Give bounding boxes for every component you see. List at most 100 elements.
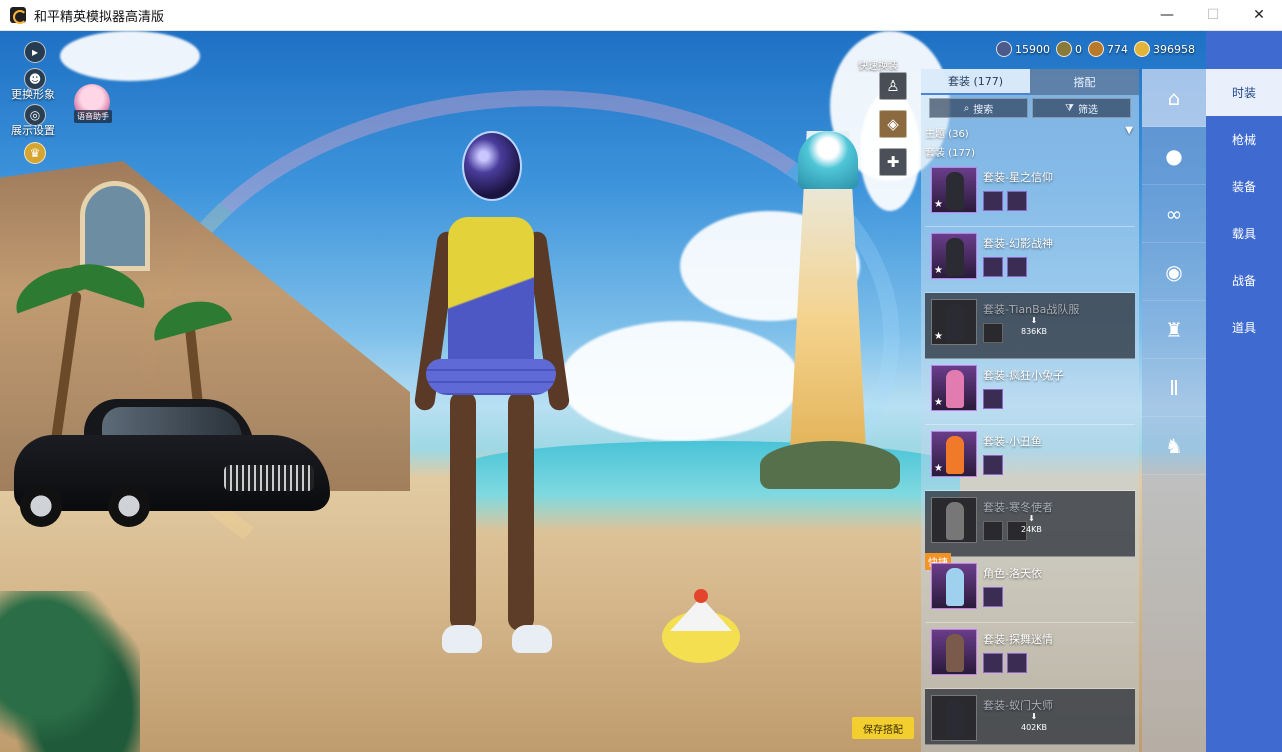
item-figure	[946, 436, 964, 474]
star-icon: ★	[934, 265, 943, 276]
chick-pompom	[694, 589, 708, 603]
item-figure	[946, 700, 964, 738]
currency-bar: 15900 0 774 396958	[996, 37, 1195, 61]
mask-icon[interactable]: ◉	[1142, 243, 1206, 301]
car	[14, 399, 330, 529]
character-leg	[450, 391, 476, 631]
add-icon[interactable]: ✚	[879, 148, 907, 176]
right-menu: 时装 枪械 装备 载具 战备 道具	[1206, 31, 1282, 752]
lighthouse-lamp	[798, 131, 858, 189]
list-item[interactable]: 套装-寒冬使者 ⬇ 24KB	[925, 491, 1135, 557]
gold-icon	[1134, 41, 1150, 57]
star-icon: ★	[934, 397, 943, 408]
pants-icon[interactable]: Ⅱ	[1142, 359, 1206, 417]
list-item[interactable]: ★ 套装-疯狂小兔子	[925, 359, 1135, 425]
dropdown-icon: ▼	[1125, 125, 1133, 136]
item-figure	[946, 304, 964, 342]
star-icon: ★	[934, 199, 943, 210]
part-thumbnail	[983, 521, 1003, 541]
figure-icon[interactable]: ♙	[879, 72, 907, 100]
outfit-panel: 套装 (177) 搭配 ⌕ 搜索 ⧩ 筛选 主题 (36) ▼ 套装 (177)…	[921, 69, 1139, 752]
download-icon: ⬇	[1030, 316, 1038, 325]
menu-preparation[interactable]: 战备	[1206, 257, 1282, 304]
maximize-button[interactable]: ☐	[1190, 0, 1236, 31]
quick-change-label[interactable]: 快速换装	[858, 57, 898, 72]
menu-fashion[interactable]: 时装	[1206, 69, 1282, 116]
close-window-button[interactable]: ✕	[1236, 0, 1282, 31]
play-icon[interactable]: ▸	[24, 41, 46, 63]
search-icon: ⌕	[963, 102, 970, 114]
theme-filter[interactable]: 主题 (36) ▼	[921, 123, 1139, 142]
part-thumbnail	[983, 323, 1003, 343]
item-parts	[983, 455, 1003, 475]
window-controls: — ☐ ✕	[1144, 0, 1282, 31]
character-leg	[508, 391, 534, 631]
display-settings-label[interactable]: 展示设置	[11, 122, 55, 138]
part-thumbnail	[1007, 191, 1027, 211]
chick-pet	[662, 589, 740, 663]
item-thumbnail	[931, 695, 977, 741]
item-parts	[983, 191, 1027, 211]
emblem-icon[interactable]: ♛	[24, 142, 46, 164]
item-figure	[946, 634, 964, 672]
item-thumbnail: ★	[931, 365, 977, 411]
part-thumbnail	[983, 257, 1003, 277]
filter-button[interactable]: ⧩ 筛选	[1032, 98, 1131, 118]
hanger-icon[interactable]: ⌂	[1142, 69, 1206, 127]
save-outfit-button[interactable]: 保存搭配	[852, 717, 914, 739]
currency-value: 15900	[1015, 42, 1050, 56]
search-button[interactable]: ⌕ 搜索	[929, 98, 1028, 118]
item-name: 套装-疯狂小兔子	[983, 369, 1064, 382]
item-thumbnail	[931, 497, 977, 543]
car-wheel	[108, 485, 150, 527]
change-appearance-label[interactable]: 更换形象	[11, 86, 55, 102]
download-size: 24KB	[1021, 525, 1042, 534]
item-name: 套装-探舞迷情	[983, 633, 1053, 646]
helmet-icon[interactable]: ●	[1142, 127, 1206, 185]
menu-props[interactable]: 道具	[1206, 304, 1282, 351]
download-indicator[interactable]: ⬇ 402KB	[1021, 711, 1047, 733]
list-item[interactable]: ★ 套装-星之信仰	[925, 161, 1135, 227]
top-icon[interactable]: ♜	[1142, 301, 1206, 359]
menu-equipment[interactable]: 装备	[1206, 163, 1282, 210]
item-parts	[983, 587, 1003, 607]
foreground-plant	[0, 591, 140, 752]
star-icon: ★	[934, 463, 943, 474]
download-size: 402KB	[1021, 723, 1048, 732]
filter-icon: ⧩	[1065, 102, 1074, 114]
title-bar: 和平精英模拟器高清版 — ☐ ✕	[0, 0, 1282, 31]
download-indicator[interactable]: ⬇ 24KB	[1021, 513, 1042, 535]
list-item[interactable]: 套装-探舞迷情	[925, 623, 1135, 689]
download-indicator[interactable]: ⬇ 836KB	[1021, 315, 1047, 337]
star-icon: ★	[934, 331, 943, 342]
list-item[interactable]: 套装-蚁门大师 ⬇ 402KB	[925, 689, 1135, 745]
character-shoe	[442, 625, 482, 653]
item-parts	[983, 323, 1003, 343]
coin-icon	[1056, 41, 1072, 57]
item-figure	[946, 568, 964, 606]
item-thumbnail	[931, 629, 977, 675]
gem-icon	[996, 41, 1012, 57]
ship-window	[80, 181, 150, 271]
part-thumbnail	[983, 587, 1003, 607]
car-grille	[224, 465, 314, 491]
item-parts	[983, 257, 1027, 277]
tab-sets[interactable]: 套装 (177)	[921, 69, 1030, 95]
part-thumbnail	[983, 653, 1003, 673]
list-item[interactable]: ★ 套装-小丑鱼	[925, 425, 1135, 491]
list-item[interactable]: 快捷 角色-洛天依	[925, 553, 1135, 623]
glasses-icon[interactable]: ∞	[1142, 185, 1206, 243]
currency-value: 396958	[1153, 42, 1195, 56]
menu-firearms[interactable]: 枪械	[1206, 116, 1282, 163]
list-item[interactable]: ★ 套装-幻影战神	[925, 227, 1135, 293]
menu-vehicles[interactable]: 载具	[1206, 210, 1282, 257]
item-thumbnail: ★	[931, 167, 977, 213]
shoes-icon[interactable]: ♞	[1142, 417, 1206, 475]
tab-mix[interactable]: 搭配	[1030, 69, 1139, 95]
item-parts	[983, 653, 1027, 673]
minimize-button[interactable]: —	[1144, 0, 1190, 31]
list-item[interactable]: ★ 套装-TianBa战队服 ⬇ 836KB	[925, 293, 1135, 359]
character-skirt	[426, 359, 556, 395]
outfit-list: ★ 套装-星之信仰 ★ 套装-幻影战神 ★ 套装-TianBa战队服 ⬇ 836K…	[925, 161, 1135, 745]
emblem-slot-icon[interactable]: ◈	[879, 110, 907, 138]
